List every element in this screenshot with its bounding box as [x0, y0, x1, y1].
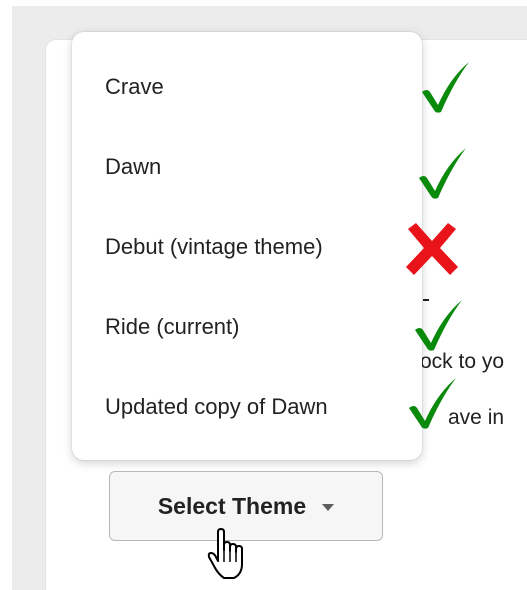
select-theme-button-label: Select Theme — [157, 492, 307, 519]
theme-option-debut[interactable]: Debut (vintage theme) — [105, 234, 323, 260]
theme-option-label: Crave — [105, 74, 164, 99]
red-x-icon — [406, 223, 458, 275]
hand-pointer-icon — [207, 528, 243, 579]
theme-option-updated-copy-of-dawn[interactable]: Updated copy of Dawn — [105, 394, 328, 420]
screen: ock to yo ave in Crave Dawn Debut (vinta… — [0, 0, 527, 590]
theme-option-label: Updated copy of Dawn — [105, 394, 328, 419]
theme-option-label: Dawn — [105, 154, 162, 179]
theme-option-crave[interactable]: Crave — [105, 74, 164, 100]
green-checkmark-icon — [415, 300, 462, 351]
theme-option-label: Ride (current) — [105, 314, 240, 339]
green-checkmark-icon — [409, 378, 456, 429]
theme-dropdown-menu: Crave Dawn Debut (vintage theme) Ride (c… — [72, 32, 422, 460]
theme-option-label: Debut (vintage theme) — [105, 234, 323, 259]
theme-option-ride[interactable]: Ride (current) — [105, 314, 239, 340]
green-checkmark-icon — [419, 148, 466, 199]
theme-option-dawn[interactable]: Dawn — [105, 154, 161, 180]
green-checkmark-icon — [422, 62, 469, 113]
caret-down-icon — [322, 503, 335, 511]
